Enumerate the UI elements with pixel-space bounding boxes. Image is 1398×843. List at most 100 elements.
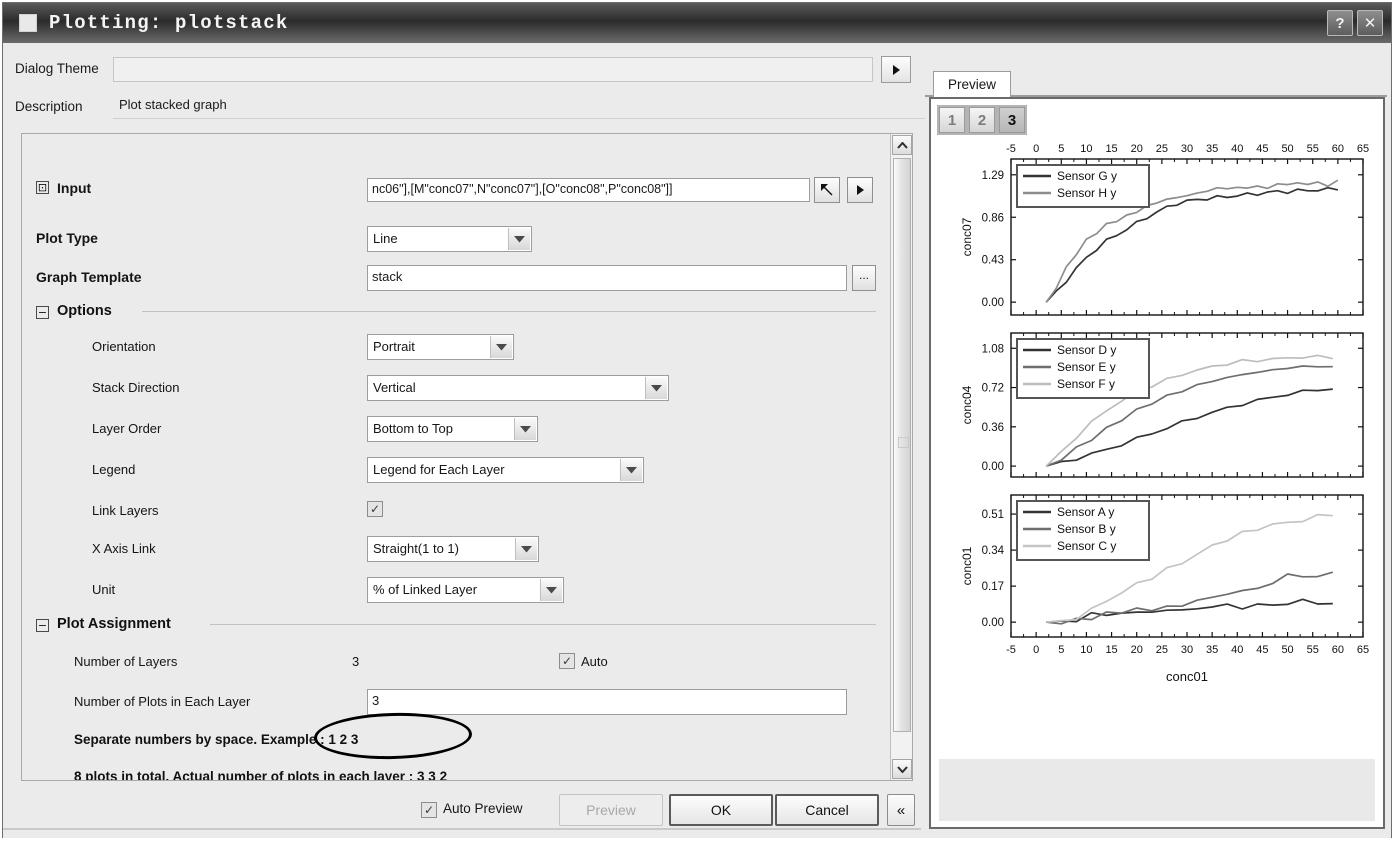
- svg-text:30: 30: [1181, 644, 1193, 656]
- legend-row: Legend Legend for Each Layer: [22, 457, 890, 487]
- svg-text:20: 20: [1131, 143, 1143, 155]
- number-of-layers-row: Number of Layers 3 ✓ Auto: [22, 649, 890, 679]
- svg-text:35: 35: [1206, 644, 1218, 656]
- svg-text:55: 55: [1307, 644, 1319, 656]
- input-select-range-button[interactable]: [814, 177, 840, 203]
- close-button[interactable]: ✕: [1357, 10, 1383, 36]
- graph-template-browse-button[interactable]: ...: [852, 265, 876, 291]
- chevron-down-icon: [508, 228, 530, 250]
- svg-text:25: 25: [1156, 644, 1168, 656]
- description-label: Description: [15, 99, 83, 114]
- chevron-down-icon: [540, 579, 562, 601]
- cancel-button[interactable]: Cancel: [775, 794, 879, 826]
- x-axis-link-select[interactable]: Straight(1 to 1): [367, 536, 539, 562]
- input-field[interactable]: nc06"],[M"conc07",N"conc07"],[O"conc08",…: [367, 178, 810, 202]
- help-button[interactable]: ?: [1327, 10, 1353, 36]
- hint-separate-numbers: Separate numbers by space. Example : 1 2…: [74, 732, 359, 747]
- stack-direction-select[interactable]: Vertical: [367, 375, 669, 401]
- chevron-down-icon: [515, 538, 537, 560]
- dialog-theme-input[interactable]: [113, 57, 873, 82]
- select-arrow-icon: [821, 184, 833, 196]
- svg-text:65: 65: [1357, 143, 1369, 155]
- svg-text:-5: -5: [1006, 143, 1016, 155]
- chevron-down-icon: [490, 336, 512, 358]
- chevron-up-icon: [896, 141, 908, 149]
- svg-text:60: 60: [1332, 644, 1344, 656]
- svg-text:0.43: 0.43: [982, 255, 1004, 267]
- layer-order-select[interactable]: Bottom to Top: [367, 416, 538, 442]
- plot-type-select[interactable]: Line: [367, 226, 532, 252]
- input-label: Input: [57, 180, 92, 196]
- layer-button-2[interactable]: 2: [969, 107, 995, 133]
- triangle-right-icon: [857, 185, 864, 195]
- collapse-panel-button[interactable]: «: [887, 794, 915, 826]
- plot-type-label: Plot Type: [36, 230, 98, 246]
- legend-value: Legend for Each Layer: [373, 462, 505, 477]
- scrollbar-grip: [898, 437, 909, 448]
- plotting-dialog-window: Plotting: plotstack ? ✕ Dialog Theme Des…: [2, 2, 1392, 838]
- input-expander-icon[interactable]: ⊡: [36, 181, 49, 194]
- svg-text:45: 45: [1256, 143, 1268, 155]
- layer-order-label: Layer Order: [92, 421, 162, 436]
- plot-assignment-collapse-icon[interactable]: −: [36, 619, 49, 632]
- plots-each-layer-row: Number of Plots in Each Layer 3: [22, 689, 890, 719]
- ok-button[interactable]: OK: [669, 794, 773, 826]
- number-of-layers-value: 3: [352, 654, 360, 669]
- dialog-client-area: Dialog Theme Description Plot stacked gr…: [3, 43, 1391, 838]
- layer-order-row: Layer Order Bottom to Top: [22, 416, 890, 446]
- layer-button-1[interactable]: 1: [939, 107, 965, 133]
- x-axis-link-label: X Axis Link: [92, 541, 156, 556]
- graph-template-row: Graph Template stack ...: [22, 265, 890, 295]
- unit-row: Unit % of Linked Layer: [22, 577, 890, 607]
- preview-graph-canvas[interactable]: 0.00 0.43 0.86 1.29 conc07 -5 0 5 10 15 20 25 30 35 40…: [939, 137, 1375, 733]
- graph-template-input[interactable]: stack: [367, 265, 847, 291]
- unit-label: Unit: [92, 582, 116, 597]
- svg-text:Sensor B y: Sensor B y: [1057, 522, 1116, 536]
- options-group-rule: [142, 311, 876, 312]
- dialog-button-bar: ✓ Auto Preview Preview OK Cancel «: [3, 792, 921, 830]
- preview-button[interactable]: Preview: [559, 794, 663, 826]
- plot-type-value: Line: [373, 231, 398, 246]
- legend-select[interactable]: Legend for Each Layer: [367, 457, 644, 483]
- settings-scrollbar[interactable]: [890, 134, 912, 780]
- tab-preview[interactable]: Preview: [933, 71, 1012, 98]
- unit-value: % of Linked Layer: [373, 582, 478, 597]
- stack-direction-row: Stack Direction Vertical: [22, 375, 890, 405]
- svg-text:45: 45: [1256, 644, 1268, 656]
- orientation-select[interactable]: Portrait: [367, 334, 514, 360]
- unit-select[interactable]: % of Linked Layer: [367, 577, 564, 603]
- svg-text:0.00: 0.00: [982, 461, 1004, 473]
- auto-preview-checkbox[interactable]: ✓: [421, 802, 437, 818]
- description-value[interactable]: Plot stacked graph: [113, 95, 925, 119]
- scroll-up-button[interactable]: [892, 135, 912, 155]
- link-layers-label: Link Layers: [92, 503, 159, 518]
- app-icon: [19, 14, 37, 32]
- settings-scroll-content: ⊡ Input nc06"],[M"conc07",N"conc07"],[O"…: [22, 134, 890, 780]
- auto-checkbox[interactable]: ✓: [559, 653, 575, 669]
- input-menu-button[interactable]: [847, 177, 873, 203]
- svg-text:10: 10: [1080, 143, 1092, 155]
- svg-text:0.36: 0.36: [982, 422, 1004, 434]
- svg-text:50: 50: [1281, 143, 1293, 155]
- svg-text:1.29: 1.29: [982, 170, 1004, 182]
- layer-button-3[interactable]: 3: [999, 107, 1025, 133]
- plots-each-layer-input[interactable]: 3: [367, 689, 847, 715]
- svg-text:40: 40: [1231, 143, 1243, 155]
- svg-text:10: 10: [1080, 644, 1092, 656]
- options-collapse-icon[interactable]: −: [36, 306, 49, 319]
- scrollbar-thumb[interactable]: [893, 158, 911, 732]
- svg-text:0: 0: [1033, 644, 1039, 656]
- svg-text:-5: -5: [1006, 644, 1016, 656]
- description-row: Description Plot stacked graph: [15, 95, 925, 121]
- preview-pane: Preview 1 2 3 0.00 0.43 0.86 1.29 conc07 -5 0 5…: [925, 51, 1387, 833]
- svg-text:35: 35: [1206, 143, 1218, 155]
- plot-assignment-group-title: Plot Assignment: [57, 616, 171, 632]
- layer-selector: 1 2 3: [937, 105, 1027, 135]
- auto-preview-label: Auto Preview: [443, 801, 523, 816]
- stack-direction-label: Stack Direction: [92, 380, 180, 395]
- svg-text:5: 5: [1058, 143, 1064, 155]
- dialog-theme-menu-button[interactable]: [881, 56, 911, 83]
- link-layers-checkbox[interactable]: ✓: [367, 501, 383, 517]
- graph-template-label: Graph Template: [36, 269, 142, 285]
- scroll-down-button[interactable]: [892, 759, 912, 779]
